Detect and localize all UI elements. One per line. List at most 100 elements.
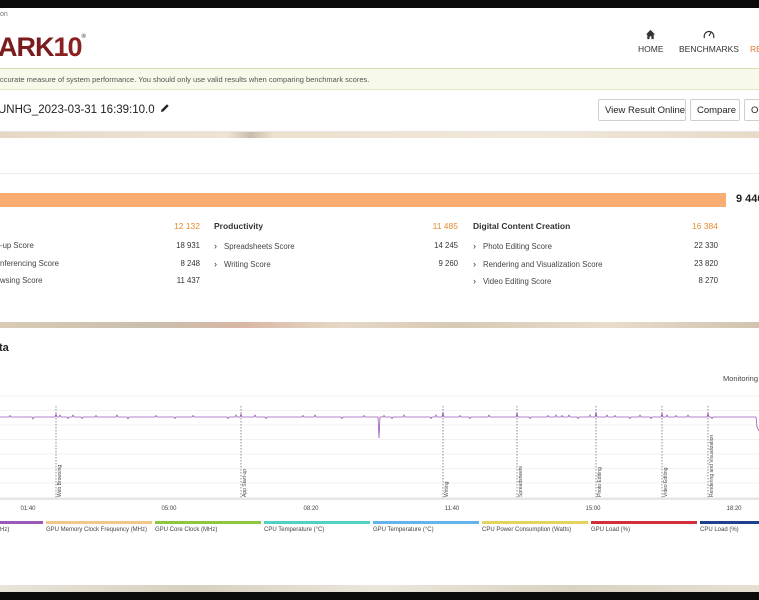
monitoring-panel: ta Monitoring Web Browsing App Start-up Wr… [0,328,759,592]
legend-label: GPU Load (%) [591,527,631,533]
legend-item[interactable]: GPU Temperature (°C) [373,521,479,537]
nav-home-label: HOME [638,44,664,54]
time-tick-label: 05:00 [161,506,177,512]
row-value: 8 248 [180,258,200,268]
legend-swatch [591,521,697,524]
row-label: -up Score [0,241,34,250]
group-title: Digital Content Creation [473,221,571,231]
score-row[interactable]: wsing Score 11 437 [0,272,200,290]
legend-item[interactable]: CPU Temperature (°C) [264,521,370,537]
legend-label: CPU Temperature (°C) [264,527,325,533]
score-row[interactable]: › Writing Score 9 260 [214,255,458,273]
row-label: Spreadsheets Score [224,242,295,251]
row-value: 14 245 [434,241,458,250]
row-label: Photo Editing Score [483,242,552,251]
row-label: nferencing Score [0,258,59,268]
nav-results[interactable]: RE [750,28,759,54]
group-header: 12 132 [0,221,200,237]
legend-item[interactable]: GPU Core Clock (MHz) [155,521,261,537]
background-strip [0,585,759,592]
monitoring-details-label: Monitoring [723,374,759,383]
legend-swatch [155,521,261,524]
row-value: 9 260 [438,258,458,268]
legend-swatch [700,521,759,524]
row-value: 18 931 [176,241,200,250]
monitoring-title: ta [0,342,9,354]
time-tick-label: 18:20 [726,506,742,512]
score-row[interactable]: › Video Editing Score 8 270 [473,272,718,290]
legend-label: GPU Memory Clock Frequency (MHz) [46,527,148,533]
chevron-right-icon: › [473,258,476,269]
phase-marker-label: Rendering and Visualization [709,435,715,497]
legend-swatch [373,521,479,524]
logo-text: ARK [0,32,54,62]
score-row[interactable]: nferencing Score 8 248 [0,255,200,273]
nav-home[interactable]: HOME [638,28,664,54]
overall-score: 9 440 [736,193,759,205]
result-name: UNHG_2023-03-31 16:39:10.0 [0,103,170,116]
overall-score-bar [0,193,726,207]
legend-label: CPU Power Consumption (Watts) [482,527,572,533]
score-group-essentials: 12 132 -up Score 18 931 nferencing Score 8… [0,221,200,290]
legend-label: CPU Load (%) [700,527,739,533]
window-titlebar: on [0,8,759,22]
window-title: on [0,11,8,18]
score-group-digital-content-creation: Digital Content Creation 16 384 › Photo E… [473,221,718,290]
phase-marker-label: Video Editing [663,467,669,497]
app-header: ARK10® HOME BENCHMARKS RE [0,22,759,68]
nav-benchmarks[interactable]: BENCHMARKS [679,28,739,54]
chevron-right-icon: › [473,241,476,251]
chevron-right-icon: › [214,241,217,251]
score-row[interactable]: › Spreadsheets Score 14 245 [214,237,458,255]
row-label: Writing Score [224,259,271,269]
row-value: 11 437 [176,276,200,285]
time-tick-label: 01:40 [20,506,36,512]
legend-swatch [264,521,370,524]
phase-marker-label: App Start-up [242,469,248,497]
bottom-bezel [0,592,759,600]
legend-swatch [0,521,43,524]
legend-swatch [482,521,588,524]
legend-item[interactable]: CPU Power Consumption (Watts) [482,521,588,537]
phase-marker-label: Photo Editing [597,467,603,497]
result-name-text: UNHG_2023-03-31 16:39:10.0 [0,104,155,116]
edit-pencil-icon[interactable] [160,103,170,116]
row-value: 22 330 [694,241,718,250]
row-label: wsing Score [0,276,43,285]
options-button[interactable]: Op [744,99,759,121]
row-value: 23 820 [694,258,718,268]
logo-registered: ® [81,34,87,40]
monitoring-chart[interactable]: Web Browsing App Start-up Writing Spreadshe… [0,388,759,512]
view-result-online-button[interactable]: View Result Online [598,99,686,121]
pcmark-logo: ARK10® [0,32,87,63]
legend-item[interactable]: CPU Load (%) [700,521,759,537]
banner-text: ccurate measure of system performance. Y… [0,75,370,84]
top-bezel [0,0,759,8]
legend-label: GPU Core Clock (MHz) [155,527,218,533]
legend-item[interactable]: GPU Memory Clock Frequency (MHz) [46,521,152,537]
row-label: Video Editing Score [483,277,552,286]
time-tick-label: 08:20 [303,506,319,512]
legend-swatch [46,521,152,524]
chevron-right-icon: › [473,276,476,286]
nav-results-label: RE [750,44,759,54]
compare-button[interactable]: Compare [690,99,740,121]
legend-item[interactable]: GPU Load (%) [591,521,697,537]
legend-item[interactable]: Hz) [0,521,43,537]
phase-marker-label: Spreadsheets [518,466,524,497]
phase-marker-label: Web Browsing [57,465,63,497]
score-panel: 9 440 12 132 -up Score 18 931 nferencing … [0,138,759,322]
logo-number: 10 [53,32,83,62]
speedometer-icon [703,28,715,44]
row-label: Rendering and Visualization Score [483,259,603,269]
info-banner: ccurate measure of system performance. Y… [0,68,759,90]
score-row[interactable]: -up Score 18 931 [0,237,200,255]
legend-label: GPU Temperature (°C) [373,527,434,533]
group-score: 11 485 [432,221,458,231]
time-tick-label: 15:00 [585,506,601,512]
score-row[interactable]: › Photo Editing Score 22 330 [473,237,718,255]
legend-label: Hz) [0,527,10,533]
phase-marker-label: Writing [444,481,450,497]
score-row[interactable]: › Rendering and Visualization Score 23 820 [473,255,718,273]
app-window: on ARK10® HOME BENCHMARKS RE ccurate mea… [0,8,759,592]
